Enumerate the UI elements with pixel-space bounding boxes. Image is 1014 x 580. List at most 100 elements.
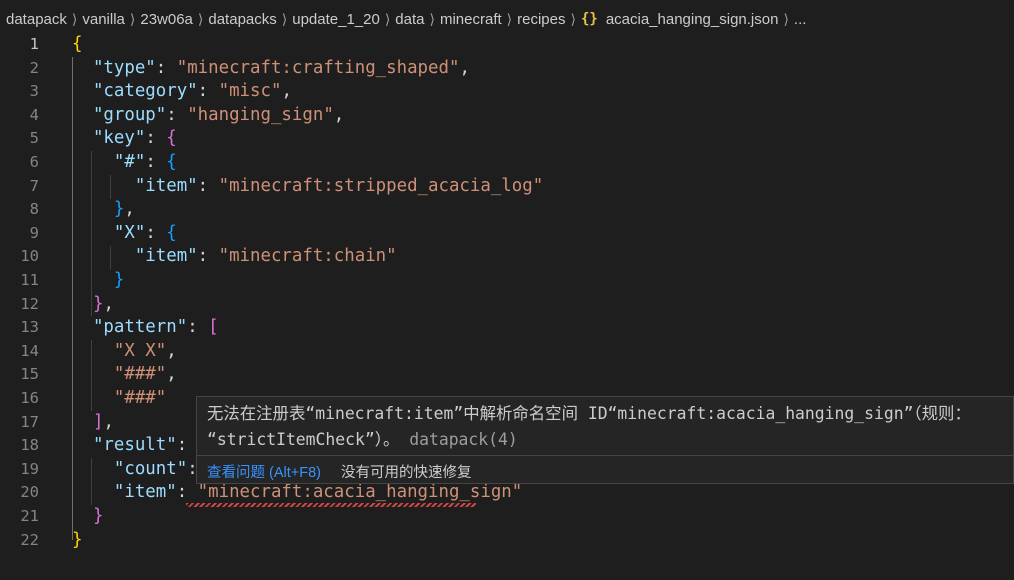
line-number: 21 bbox=[20, 507, 39, 525]
code-text: }, bbox=[72, 198, 135, 222]
comma: , bbox=[166, 340, 177, 361]
code-text: "#": { bbox=[72, 151, 177, 175]
json-key: "X" bbox=[113, 222, 146, 243]
json-string: "minecraft:crafting_shaped" bbox=[176, 57, 460, 78]
code-line: 10 "item": "minecraft:chain" bbox=[0, 245, 1014, 269]
code-text: "item": "minecraft:stripped_acacia_log" bbox=[72, 175, 543, 199]
code-line: 15 "###", bbox=[0, 363, 1014, 387]
comma: , bbox=[103, 293, 114, 314]
code-line: 6 "#": { bbox=[0, 151, 1014, 175]
json-string: "misc" bbox=[218, 81, 282, 102]
code-line: 8 }, bbox=[0, 198, 1014, 222]
code-editor[interactable]: 1 { 2 "type": "minecraft:crafting_shaped… bbox=[0, 33, 1014, 580]
brace: { bbox=[166, 152, 177, 172]
comma: , bbox=[124, 199, 135, 220]
breadcrumb-symbol-ellipsis[interactable]: ... bbox=[794, 11, 807, 28]
breadcrumb-item-file[interactable]: acacia_hanging_sign.json bbox=[606, 11, 779, 28]
line-number: 20 bbox=[20, 483, 39, 502]
hover-source: datapack(4) bbox=[409, 430, 518, 449]
json-string: "minecraft:chain" bbox=[218, 246, 397, 267]
json-key: "result" bbox=[92, 435, 177, 456]
json-string: "###" bbox=[113, 364, 167, 385]
code-text: "###", bbox=[72, 363, 177, 387]
line-number: 6 bbox=[29, 153, 39, 171]
code-line: 3 "category": "misc", bbox=[0, 80, 1014, 104]
json-key: "pattern" bbox=[92, 317, 188, 338]
chevron-right-icon: ⟩ bbox=[281, 10, 288, 27]
code-line: 22 } bbox=[0, 529, 1014, 553]
line-number: 16 bbox=[20, 389, 39, 407]
brace: } bbox=[92, 293, 104, 314]
json-file-icon: {} bbox=[580, 11, 598, 27]
code-text: "X X", bbox=[72, 340, 177, 364]
code-text: "X": { bbox=[72, 222, 177, 246]
hover-message-line1: 无法在注册表“minecraft:item”中解析命名空间 ID“minecra… bbox=[207, 404, 971, 423]
line-number: 19 bbox=[20, 459, 39, 478]
code-line: 13 "pattern": [ bbox=[0, 316, 1014, 340]
line-number: 14 bbox=[20, 341, 39, 360]
line-number: 3 bbox=[29, 82, 39, 101]
comma: , bbox=[281, 81, 292, 102]
code-text: "type": "minecraft:crafting_shaped", bbox=[72, 57, 470, 81]
line-number: 22 bbox=[20, 530, 39, 549]
line-number: 18 bbox=[20, 436, 39, 455]
code-line: 1 { bbox=[0, 33, 1014, 57]
no-quick-fix-label: 没有可用的快速修复 bbox=[341, 464, 472, 481]
line-number: 10 bbox=[20, 247, 39, 266]
hover-actions: 查看问题 (Alt+F8) 没有可用的快速修复 bbox=[197, 455, 1013, 486]
json-string: "X X" bbox=[113, 340, 167, 361]
comma: , bbox=[459, 57, 470, 78]
json-key: "category" bbox=[92, 81, 198, 102]
json-key: "#" bbox=[113, 152, 146, 172]
line-number: 11 bbox=[20, 271, 39, 289]
json-key: "key" bbox=[92, 128, 146, 149]
code-line: 11 } bbox=[0, 269, 1014, 293]
json-string: "###" bbox=[113, 388, 167, 408]
code-text: "pattern": [ bbox=[72, 316, 219, 340]
code-line: 4 "group": "hanging_sign", bbox=[0, 104, 1014, 128]
chevron-right-icon: ⟩ bbox=[129, 10, 136, 27]
code-text: ], bbox=[72, 411, 114, 435]
brace: { bbox=[72, 34, 83, 54]
breadcrumb-item-datapacks[interactable]: datapacks bbox=[208, 11, 276, 28]
brace: { bbox=[166, 128, 177, 149]
breadcrumb-item-23w06a[interactable]: 23w06a bbox=[140, 11, 193, 28]
view-problem-link[interactable]: 查看问题 (Alt+F8) bbox=[207, 461, 321, 482]
line-number: 9 bbox=[29, 223, 39, 242]
json-key: "group" bbox=[92, 104, 167, 125]
brace: } bbox=[113, 199, 125, 220]
code-text: "key": { bbox=[72, 127, 177, 151]
chevron-right-icon: ⟩ bbox=[197, 10, 204, 27]
breadcrumb-item-update-1-20[interactable]: update_1_20 bbox=[292, 11, 380, 28]
line-number: 17 bbox=[20, 412, 39, 431]
json-key: "item" bbox=[134, 175, 198, 196]
colon: : bbox=[145, 222, 167, 243]
colon: : bbox=[197, 81, 219, 102]
colon: : bbox=[145, 152, 167, 172]
comma: , bbox=[103, 411, 114, 432]
breadcrumb-item-minecraft[interactable]: minecraft bbox=[440, 11, 502, 28]
colon: : bbox=[197, 175, 219, 196]
chevron-right-icon: ⟩ bbox=[506, 10, 513, 27]
breadcrumb-item-datapack[interactable]: datapack bbox=[6, 11, 67, 28]
code-text: "result": { bbox=[72, 434, 208, 458]
line-number: 4 bbox=[29, 105, 39, 124]
json-key: "item" bbox=[113, 482, 177, 503]
code-text: }, bbox=[72, 293, 114, 317]
breadcrumb-item-vanilla[interactable]: vanilla bbox=[82, 11, 125, 28]
json-key: "item" bbox=[134, 246, 198, 267]
code-line: 21 } bbox=[0, 505, 1014, 529]
colon: : bbox=[197, 246, 219, 267]
breadcrumb-item-data[interactable]: data bbox=[395, 11, 424, 28]
comma: , bbox=[333, 104, 345, 125]
json-key: "type" bbox=[92, 57, 156, 78]
brace: } bbox=[113, 270, 125, 290]
error-squiggle bbox=[186, 503, 476, 507]
line-number: 5 bbox=[29, 129, 39, 148]
code-text: "category": "misc", bbox=[72, 80, 292, 104]
breadcrumb-item-recipes[interactable]: recipes bbox=[517, 11, 565, 28]
colon: : bbox=[176, 482, 198, 503]
line-number: 15 bbox=[20, 365, 39, 384]
code-text: "count": bbox=[72, 458, 208, 482]
line-number: 12 bbox=[20, 294, 39, 313]
